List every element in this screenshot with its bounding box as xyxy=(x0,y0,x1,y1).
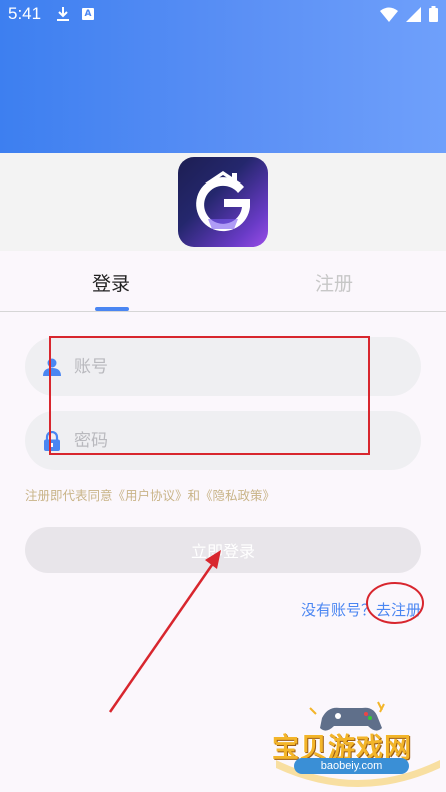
signal-icon xyxy=(406,6,421,22)
status-bar: 5:41 A xyxy=(0,0,446,32)
tabs-divider xyxy=(0,311,446,312)
a-badge-icon: A xyxy=(82,8,94,20)
account-input[interactable] xyxy=(74,337,404,396)
wifi-icon xyxy=(380,7,398,22)
tab-login[interactable]: 登录 xyxy=(92,269,130,296)
game-house-logo-icon xyxy=(196,171,250,232)
login-button[interactable]: 立即登录 xyxy=(25,527,421,573)
register-prompt: 没有账号？去注册 xyxy=(301,599,421,620)
download-icon xyxy=(57,7,69,21)
watermark: 宝贝游戏网 baobeiy.com xyxy=(270,698,446,792)
account-field[interactable] xyxy=(25,337,421,396)
register-question: 没有账号？ xyxy=(300,601,376,619)
user-icon xyxy=(43,358,61,376)
watermark-url: baobeiy.com xyxy=(294,758,409,774)
tab-register[interactable]: 注册 xyxy=(315,269,353,296)
app-logo xyxy=(178,157,268,247)
lock-icon xyxy=(44,431,60,451)
battery-icon xyxy=(429,6,438,22)
annotation-arrow-line xyxy=(108,561,216,713)
status-time: 5:41 xyxy=(8,4,42,23)
go-register-link[interactable]: 去注册 xyxy=(376,601,421,619)
password-input[interactable] xyxy=(74,411,404,470)
tab-bar: 登录 注册 xyxy=(0,251,446,311)
password-field[interactable] xyxy=(25,411,421,470)
agreement-text[interactable]: 注册即代表同意《用户协议》和《隐私政策》 xyxy=(25,485,275,504)
